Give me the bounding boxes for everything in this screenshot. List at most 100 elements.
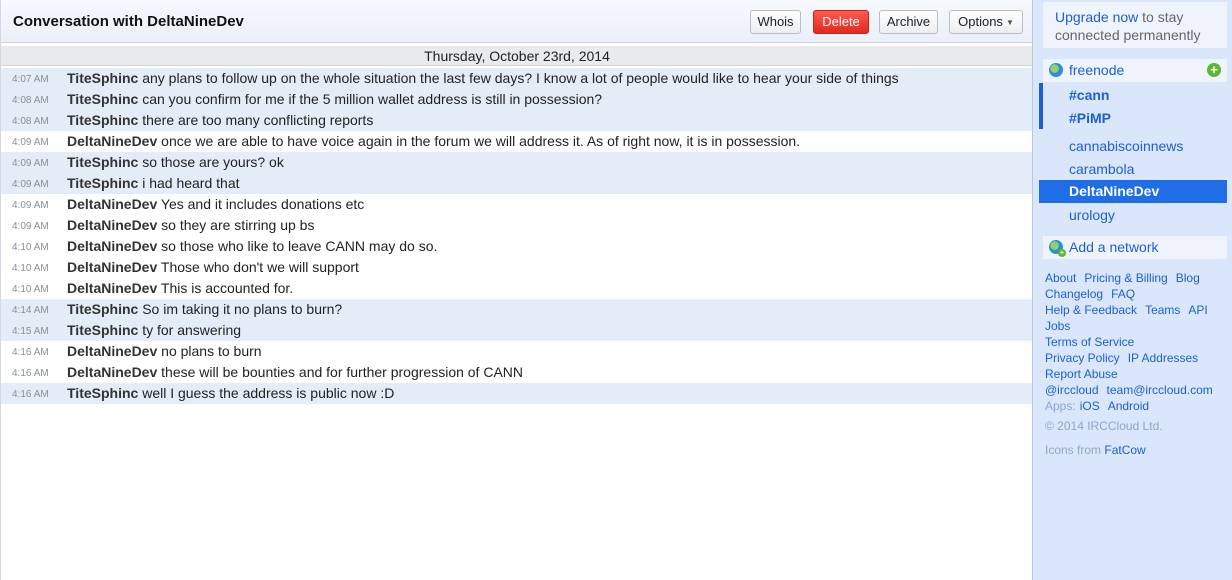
footer-link-pricing[interactable]: Pricing & Billing [1084,271,1167,285]
footer-link-report-abuse[interactable]: Report Abuse [1045,367,1118,381]
message-nick[interactable]: DeltaNineDev [67,238,157,254]
message-nick[interactable]: DeltaNineDev [67,133,157,149]
message-time: 4:16 AM [12,347,49,358]
message-text: So im taking it no plans to burn? [142,301,343,317]
globe-icon [1049,63,1063,77]
message-row: 4:16 AM DeltaNineDev these will be bounti… [1,362,1033,383]
add-network-icon [1049,240,1066,257]
sidebar: Upgrade now to stay connected permanentl… [1032,0,1232,580]
message-time: 4:08 AM [12,116,49,127]
message-nick[interactable]: TiteSphinc [67,301,138,317]
message-time: 4:15 AM [12,326,49,337]
footer-link-about[interactable]: About [1045,271,1076,285]
message-text: This is accounted for. [160,280,294,296]
message-row: 4:08 AM TiteSphinc can you confirm for me… [1,89,1033,110]
footer-link-teams[interactable]: Teams [1145,303,1180,317]
add-network-label: Add a network [1069,239,1159,255]
copyright: © 2014 IRCCloud Ltd. [1045,419,1163,433]
options-button[interactable]: Options ▼ [949,10,1023,34]
message-row: 4:09 AM DeltaNineDev Yes and it includes … [1,194,1033,215]
conversation-header: Conversation with DeltaNineDev Whois Del… [1,0,1033,43]
add-channel-icon[interactable]: + [1207,63,1221,77]
message-row: 4:14 AM TiteSphinc So im taking it no pla… [1,299,1033,320]
message-row: 4:10 AM DeltaNineDev This is accounted fo… [1,278,1033,299]
footer-link-ip-addresses[interactable]: IP Addresses [1128,351,1199,365]
channel-group-indicator [1039,83,1043,129]
channel-item-pimp[interactable]: #PiMP [1069,110,1111,126]
message-time: 4:09 AM [12,179,49,190]
whois-button[interactable]: Whois [750,10,801,34]
upgrade-now-link[interactable]: Upgrade now [1055,9,1138,25]
message-nick[interactable]: DeltaNineDev [67,364,157,380]
query-item-deltaninedev[interactable]: DeltaNineDev [1039,180,1227,203]
icons-credit: Icons from FatCow [1045,442,1225,458]
query-item-cannabiscoinnews[interactable]: cannabiscoinnews [1069,138,1183,154]
message-text: these will be bounties and for further p… [161,364,524,380]
message-time: 4:09 AM [12,158,49,169]
message-text: once we are able to have voice again in … [161,133,801,149]
footer-link-faq[interactable]: FAQ [1111,287,1135,301]
add-network-button[interactable]: Add a network [1043,236,1227,259]
message-nick[interactable]: DeltaNineDev [67,343,157,359]
message-time: 4:10 AM [12,263,49,274]
message-nick[interactable]: TiteSphinc [67,322,138,338]
message-nick[interactable]: DeltaNineDev [67,196,157,212]
message-nick[interactable]: TiteSphinc [67,70,138,86]
message-row: 4:09 AM TiteSphinc so those are yours? ok [1,152,1033,173]
message-row: 4:10 AM DeltaNineDev Those who don't we w… [1,257,1033,278]
message-nick[interactable]: TiteSphinc [67,154,138,170]
message-row: 4:07 AM TiteSphinc any plans to follow up… [1,68,1033,89]
message-text: any plans to follow up on the whole situ… [142,70,899,86]
message-time: 4:16 AM [12,389,49,400]
delete-button[interactable]: Delete [813,10,869,34]
message-text: there are too many conflicting reports [142,112,374,128]
message-list: 4:07 AM TiteSphinc any plans to follow up… [1,68,1033,404]
message-time: 4:09 AM [12,221,49,232]
query-item-label: DeltaNineDev [1069,183,1160,199]
footer-link-fatcow[interactable]: FatCow [1104,443,1145,457]
message-text: no plans to burn [161,343,262,359]
message-nick[interactable]: DeltaNineDev [67,259,157,275]
message-text: can you confirm for me if the 5 million … [142,91,603,107]
network-header[interactable]: freenode + [1043,59,1227,82]
query-item-carambola[interactable]: carambola [1069,161,1134,177]
message-row: 4:15 AM TiteSphinc ty for answering [1,320,1033,341]
archive-button[interactable]: Archive [879,10,938,34]
message-text: Those who don't we will support [160,259,359,275]
message-row: 4:16 AM DeltaNineDev no plans to burn [1,341,1033,362]
message-time: 4:09 AM [12,200,49,211]
footer-link-api[interactable]: API [1188,303,1207,317]
icons-credit-prefix: Icons from [1045,443,1102,457]
chevron-down-icon: ▼ [1005,18,1014,27]
message-time: 4:14 AM [12,305,49,316]
message-nick[interactable]: TiteSphinc [67,112,138,128]
message-nick[interactable]: DeltaNineDev [67,217,157,233]
footer-link-twitter[interactable]: @irccloud [1045,383,1099,397]
options-label: Options [958,14,1003,29]
message-nick[interactable]: TiteSphinc [67,385,138,401]
network-name[interactable]: freenode [1069,62,1124,78]
message-nick[interactable]: DeltaNineDev [67,280,157,296]
message-text: i had heard that [142,175,240,191]
query-item-urology[interactable]: urology [1069,207,1115,223]
channel-item-cann[interactable]: #cann [1069,87,1109,103]
message-nick[interactable]: TiteSphinc [67,91,138,107]
footer-link-changelog[interactable]: Changelog [1045,287,1103,301]
footer-link-privacy[interactable]: Privacy Policy [1045,351,1120,365]
message-row: 4:09 AM DeltaNineDev so they are stirring… [1,215,1033,236]
message-text: ty for answering [142,322,242,338]
message-row: 4:09 AM DeltaNineDev once we are able to … [1,131,1033,152]
footer-link-blog[interactable]: Blog [1176,271,1200,285]
message-text: Yes and it includes donations etc [160,196,365,212]
upgrade-banner: Upgrade now to stay connected permanentl… [1043,2,1227,48]
message-nick[interactable]: TiteSphinc [67,175,138,191]
message-text: so they are stirring up bs [161,217,315,233]
footer-link-email[interactable]: team@irccloud.com [1107,383,1213,397]
footer-link-terms[interactable]: Terms of Service [1045,335,1134,349]
footer-link-ios[interactable]: iOS [1080,399,1100,413]
footer-link-android[interactable]: Android [1108,399,1149,413]
footer-link-jobs[interactable]: Jobs [1045,319,1070,333]
message-time: 4:10 AM [12,242,49,253]
message-row: 4:10 AM DeltaNineDev so those who like to… [1,236,1033,257]
footer-link-help[interactable]: Help & Feedback [1045,303,1137,317]
